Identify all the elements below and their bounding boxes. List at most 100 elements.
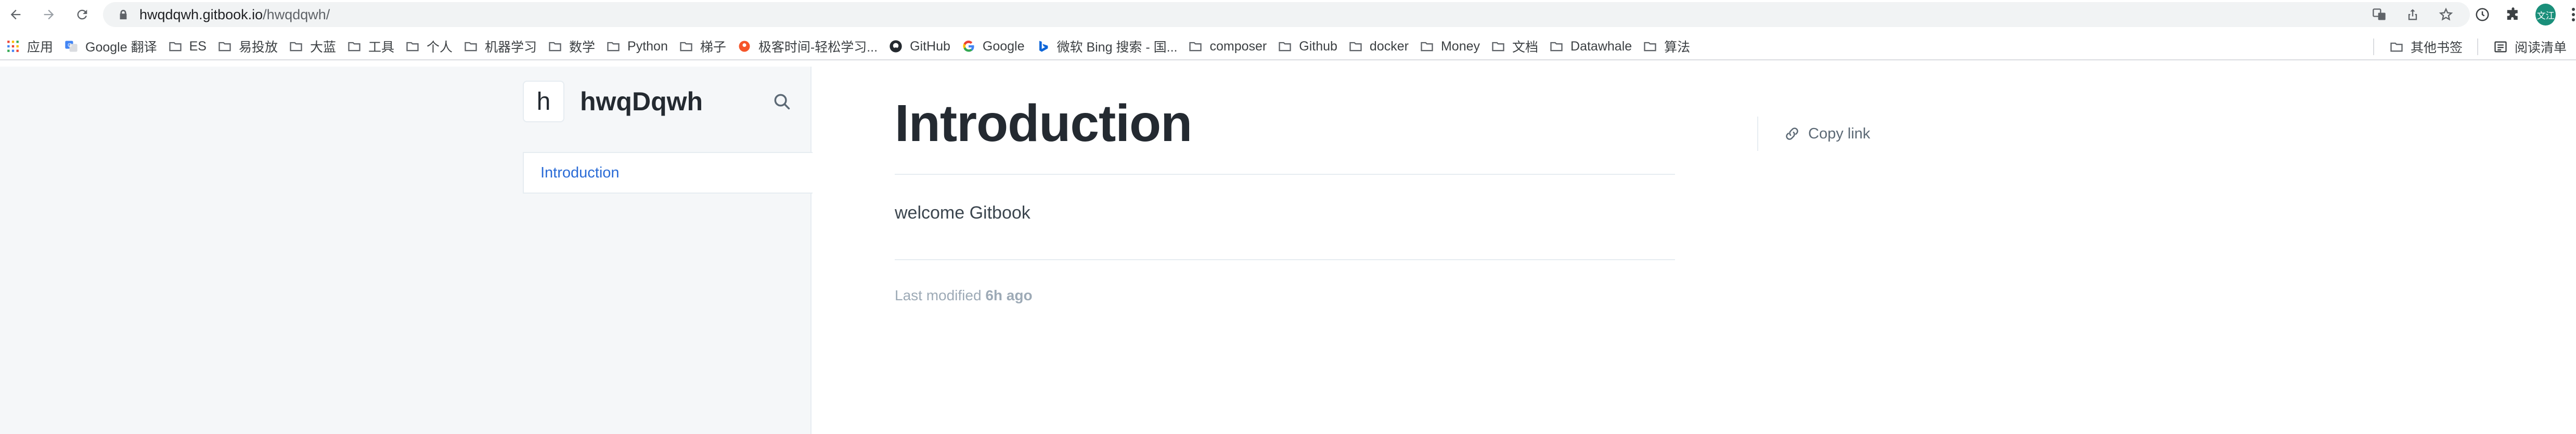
bookmark-item[interactable]: composer <box>1182 35 1272 58</box>
copy-link-label: Copy link <box>1808 125 1871 142</box>
other-bookmarks-label: 其他书签 <box>2410 41 2463 55</box>
page-title: Introduction <box>895 94 1192 152</box>
star-icon <box>2439 7 2453 21</box>
space-header: h hwqDqwh <box>523 79 812 124</box>
translate-page-button[interactable] <box>2371 6 2388 23</box>
geektime-icon <box>737 39 752 54</box>
lock-icon <box>120 9 127 20</box>
bookmark-item[interactable]: 梯子 <box>673 35 731 58</box>
bookmark-label: Github <box>1299 39 1337 54</box>
profile-avatar[interactable]: 文江 <box>2535 4 2556 25</box>
folder-icon <box>168 39 183 54</box>
last-modified-value: 6h ago <box>985 287 1033 303</box>
folder-icon <box>1419 39 1435 54</box>
bookmark-label: composer <box>1209 39 1267 54</box>
bookmark-label: 文档 <box>1512 40 1539 55</box>
folder-icon <box>1642 39 1658 54</box>
bookmark-label: docker <box>1369 39 1409 54</box>
folder-icon <box>547 39 563 54</box>
bookmark-item[interactable]: Money <box>1414 35 1485 58</box>
back-button[interactable] <box>4 3 27 26</box>
space-logo[interactable]: h <box>523 81 564 122</box>
bookmark-item[interactable]: 个人 <box>400 35 458 58</box>
bing-icon <box>1035 39 1051 54</box>
bookmark-label: Money <box>1440 39 1480 54</box>
copy-link-button[interactable]: Copy link <box>1757 117 1870 151</box>
translate-icon <box>2373 8 2386 20</box>
bookmark-label: Python <box>627 39 668 54</box>
url-host: hwqdqwh.gitbook.io <box>139 6 263 22</box>
folder-icon <box>606 39 621 54</box>
svg-text:G: G <box>68 42 72 48</box>
bookmark-label: 极客时间-轻松学习... <box>758 40 878 55</box>
folder-icon <box>678 39 694 54</box>
space-title[interactable]: hwqDqwh <box>580 86 703 117</box>
bookmark-label: 梯子 <box>700 40 726 55</box>
forward-button[interactable] <box>37 3 60 26</box>
footer-divider <box>895 259 1675 260</box>
bookmark-label: GitHub <box>910 39 950 54</box>
bookmark-item[interactable]: 微软 Bing 搜索 - 国... <box>1030 35 1183 58</box>
bookmark-item[interactable]: 工具 <box>341 35 400 58</box>
last-modified: Last modified 6h ago <box>895 287 1033 304</box>
bookmark-label: Datawhale <box>1570 39 1632 54</box>
bookmark-item[interactable]: 文档 <box>1485 35 1543 58</box>
folder-icon <box>405 39 420 54</box>
reload-button[interactable] <box>71 3 94 26</box>
folder-icon <box>1348 39 1363 54</box>
title-divider <box>895 174 1675 175</box>
bookmark-item[interactable]: docker <box>1343 35 1414 58</box>
reading-list-icon <box>2493 39 2508 55</box>
address-bar[interactable]: hwqdqwh.gitbook.io/hwqdqwh/ <box>103 2 2470 27</box>
folder-icon <box>217 39 233 54</box>
bookmark-item[interactable]: 极客时间-轻松学习... <box>731 35 883 58</box>
bookmark-item[interactable]: G Google 翻译 <box>58 35 162 58</box>
bookmark-label: ES <box>189 39 207 54</box>
folder-icon <box>1188 39 1203 54</box>
last-modified-prefix: Last modified <box>895 287 986 303</box>
bookmark-item[interactable]: Python <box>600 35 673 58</box>
bookmark-item[interactable]: 易投放 <box>212 35 283 58</box>
bookmark-label: 个人 <box>426 40 453 55</box>
bookmark-item[interactable]: Datawhale <box>1543 35 1637 58</box>
search-icon[interactable] <box>772 92 792 111</box>
bookmark-item[interactable]: Github <box>1272 35 1343 58</box>
reading-list[interactable]: 阅读清单 <box>2488 35 2572 58</box>
folder-icon <box>1277 39 1293 54</box>
google-icon <box>961 39 976 54</box>
github-icon <box>888 39 904 54</box>
share-button[interactable] <box>2404 6 2421 23</box>
folder-icon <box>346 39 362 54</box>
browser-toolbar: hwqdqwh.gitbook.io/hwqdqwh/ 文江 <box>0 0 2576 29</box>
bookmark-item[interactable]: ES <box>162 35 212 58</box>
gitbook-page: h hwqDqwh Introduction Introduction welc… <box>0 67 2576 434</box>
reading-list-label: 阅读清单 <box>2514 41 2567 55</box>
bookmarks-separator <box>2477 39 2478 55</box>
bookmark-item[interactable]: 大蓝 <box>283 35 341 58</box>
sidebar-item-introduction[interactable]: Introduction <box>523 152 813 194</box>
bookmarks-bar: 应用 G Google 翻译 ES 易投放 大蓝 工具 个人 机器学习 数学 Python 梯子 极客时… <box>0 33 2576 60</box>
more-vert-icon <box>2571 8 2575 21</box>
arrow-left-icon <box>10 9 21 20</box>
bookmark-label: Google <box>982 39 1025 54</box>
bookmark-item[interactable]: 数学 <box>542 35 600 58</box>
bookmark-item[interactable]: Google <box>956 35 1030 58</box>
reload-icon <box>77 9 87 20</box>
bookmark-label: 易投放 <box>238 40 278 55</box>
bookmarks-bar-right: 其他书签 阅读清单 <box>2364 35 2572 58</box>
bookmark-item[interactable]: GitHub <box>883 35 956 58</box>
bookmarks-separator <box>2373 39 2374 55</box>
bookmark-item[interactable]: 机器学习 <box>458 35 542 58</box>
history-button[interactable] <box>2474 6 2490 23</box>
clock-icon <box>2476 8 2489 21</box>
share-icon <box>2408 9 2417 20</box>
bookmark-item[interactable]: 算法 <box>1637 35 1695 58</box>
bookmark-star-button[interactable] <box>2438 6 2454 23</box>
bookmark-item[interactable]: 应用 <box>0 35 58 58</box>
apps-grid-icon <box>5 39 21 54</box>
extensions-button[interactable] <box>2505 6 2521 23</box>
page-body-text: welcome Gitbook <box>895 203 1031 223</box>
other-bookmarks[interactable]: 其他书签 <box>2384 35 2468 58</box>
browser-menu-button[interactable] <box>2570 6 2576 23</box>
bookmark-label: 大蓝 <box>310 40 336 55</box>
